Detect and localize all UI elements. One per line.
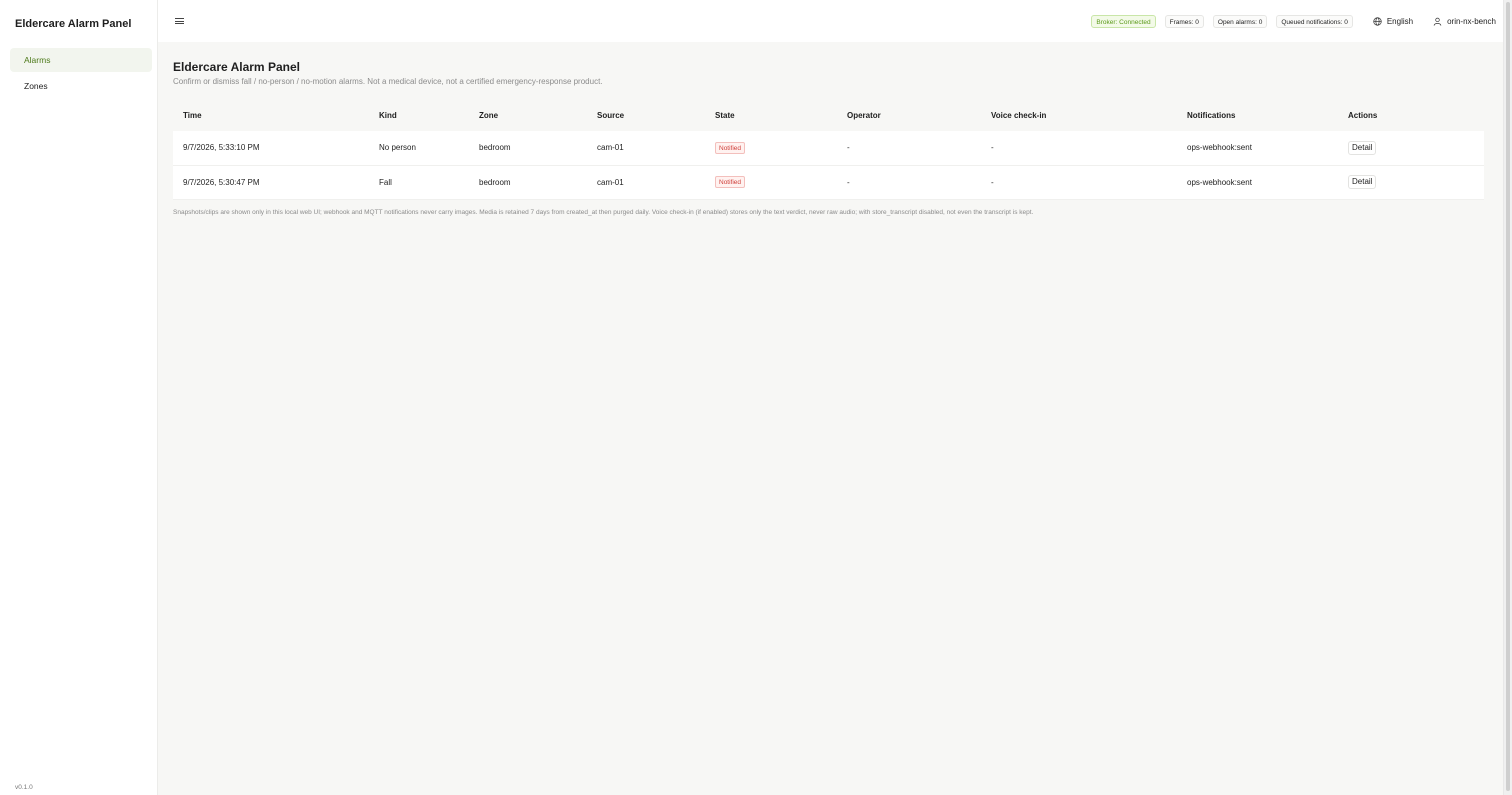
user-icon <box>1433 17 1442 26</box>
top-header: Broker: Connected Frames: 0 Open alarms:… <box>158 0 1512 42</box>
cell-kind: Fall <box>369 165 469 200</box>
cell-zone: bedroom <box>469 131 587 166</box>
language-selector[interactable]: English <box>1373 17 1413 26</box>
column-header-state[interactable]: State <box>705 99 837 131</box>
app-brand: Eldercare Alarm Panel <box>15 18 132 30</box>
column-header-voice[interactable]: Voice check-in <box>981 99 1177 131</box>
alarms-table: Time Kind Zone Source State Operator Voi… <box>173 99 1484 200</box>
cell-time: 9/7/2026, 5:33:10 PM <box>173 131 369 166</box>
cell-actions: Detail <box>1338 165 1484 200</box>
column-header-source[interactable]: Source <box>587 99 705 131</box>
table-row[interactable]: 9/7/2026, 5:30:47 PM Fall bedroom cam-01… <box>173 165 1484 200</box>
sidebar-nav: Alarms Zones <box>0 48 157 98</box>
scrollbar-thumb[interactable] <box>1506 2 1510 791</box>
sidebar-item-zones[interactable]: Zones <box>10 74 152 98</box>
app-root: Eldercare Alarm Panel Alarms Zones v0.1.… <box>0 0 1512 795</box>
username-label: orin-nx-bench <box>1447 16 1496 26</box>
cell-operator: - <box>837 131 981 166</box>
queued-notifications-badge: Queued notifications: 0 <box>1276 14 1353 28</box>
main-area: Broker: Connected Frames: 0 Open alarms:… <box>158 0 1512 795</box>
language-label: English <box>1386 16 1414 26</box>
column-header-time[interactable]: Time <box>173 99 369 131</box>
cell-zone: bedroom <box>469 165 587 200</box>
cell-kind: No person <box>369 131 469 166</box>
app-version: v0.1.0 <box>15 784 33 791</box>
user-menu[interactable]: orin-nx-bench <box>1433 17 1496 26</box>
detail-button[interactable]: Detail <box>1348 175 1377 189</box>
frames-badge: Frames: 0 <box>1164 14 1204 28</box>
open-alarms-badge: Open alarms: 0 <box>1212 14 1268 28</box>
cell-notifications: ops-webhook:sent <box>1177 131 1338 166</box>
sidebar-item-alarms[interactable]: Alarms <box>10 48 152 72</box>
column-header-actions: Actions <box>1338 99 1484 131</box>
page-content: Eldercare Alarm Panel Confirm or dismiss… <box>158 42 1512 216</box>
detail-button[interactable]: Detail <box>1348 140 1377 155</box>
state-badge: Notified <box>715 141 746 154</box>
hamburger-icon[interactable] <box>175 17 184 26</box>
state-badge: Notified <box>715 176 746 188</box>
column-header-zone[interactable]: Zone <box>469 99 587 131</box>
cell-source: cam-01 <box>587 165 705 200</box>
page-scrollbar[interactable] <box>1503 0 1512 795</box>
cell-voice: - <box>981 165 1177 200</box>
column-header-notifications[interactable]: Notifications <box>1177 99 1338 131</box>
page-title: Eldercare Alarm Panel <box>173 60 300 74</box>
cell-state: Notified <box>705 131 837 166</box>
page-subtitle: Confirm or dismiss fall / no-person / no… <box>173 77 603 86</box>
broker-status-badge: Broker: Connected <box>1091 14 1156 28</box>
table-header-row: Time Kind Zone Source State Operator Voi… <box>173 99 1484 131</box>
cell-actions: Detail <box>1338 131 1484 166</box>
cell-source: cam-01 <box>587 131 705 166</box>
cell-notifications: ops-webhook:sent <box>1177 165 1338 200</box>
cell-time: 9/7/2026, 5:30:47 PM <box>173 165 369 200</box>
cell-state: Notified <box>705 165 837 200</box>
table-row[interactable]: 9/7/2026, 5:33:10 PM No person bedroom c… <box>173 131 1484 166</box>
header-status-bar: Broker: Connected Frames: 0 Open alarms:… <box>1082 14 1496 28</box>
column-header-kind[interactable]: Kind <box>369 99 469 131</box>
retention-footnote: Snapshots/clips are shown only in this l… <box>173 208 1034 216</box>
cell-operator: - <box>837 165 981 200</box>
globe-icon <box>1373 16 1382 26</box>
cell-voice: - <box>981 131 1177 166</box>
column-header-operator[interactable]: Operator <box>837 99 981 131</box>
sidebar: Eldercare Alarm Panel Alarms Zones v0.1.… <box>0 0 158 795</box>
